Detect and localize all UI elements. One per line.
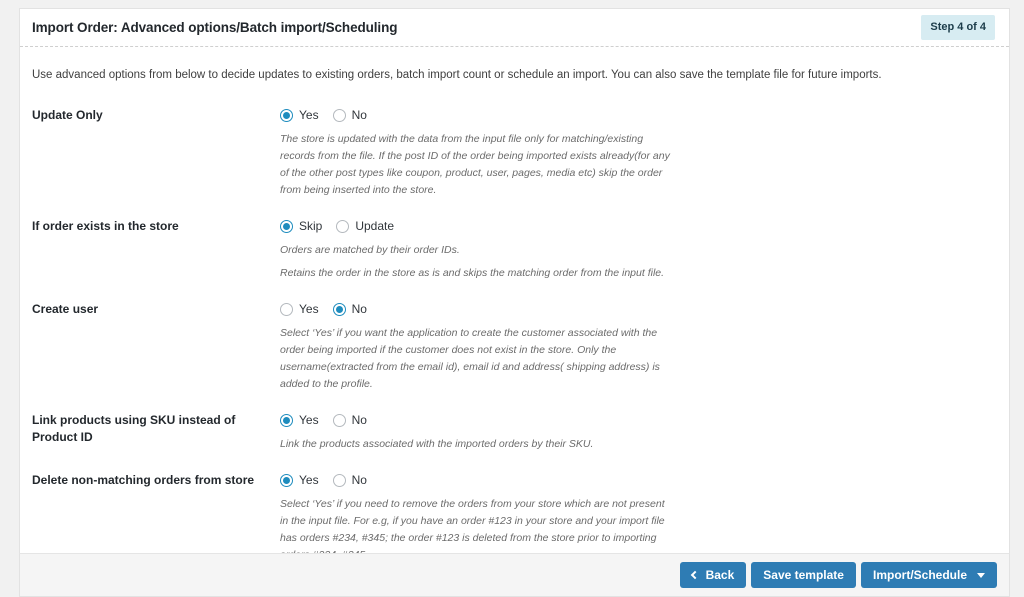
radio-checked-icon bbox=[280, 108, 293, 122]
field-description: Retains the order in the store as is and… bbox=[280, 267, 665, 280]
import-order-card: Import Order: Advanced options/Batch imp… bbox=[19, 8, 1010, 597]
radio-unchecked-icon bbox=[280, 302, 293, 316]
radio-option-label: Yes bbox=[299, 302, 319, 317]
field-description: Select ‘Yes’ if you want the application… bbox=[280, 327, 660, 391]
radio-option-label: Update bbox=[355, 219, 395, 234]
card-body: Use advanced options from below to decid… bbox=[20, 47, 1009, 597]
field-control: Yes No The store is updated with the data … bbox=[278, 106, 997, 199]
radio-option-label: Yes bbox=[299, 473, 319, 488]
field-row: Link products using SKU instead of Produ… bbox=[32, 411, 997, 453]
radio-option[interactable]: Yes bbox=[280, 108, 319, 123]
import-schedule-button[interactable]: Import/Schedule bbox=[860, 562, 997, 588]
radio-option-label: No bbox=[351, 302, 367, 317]
back-button-label: Back bbox=[705, 568, 735, 582]
radio-checked-icon bbox=[332, 302, 346, 316]
radio-unchecked-icon bbox=[332, 413, 346, 427]
page-title: Import Order: Advanced options/Batch imp… bbox=[32, 20, 398, 35]
field-label: Delete non-matching orders from store bbox=[32, 473, 255, 488]
field-row: If order exists in the store Skip Update Or… bbox=[32, 217, 997, 282]
radio-option[interactable]: No bbox=[332, 413, 367, 428]
field-row: Delete non-matching orders from store Yes… bbox=[32, 471, 997, 564]
radio-option-label: Yes bbox=[299, 108, 319, 123]
radio-option[interactable]: Yes bbox=[280, 413, 319, 428]
radio-checked-icon bbox=[280, 473, 293, 487]
radio-unchecked-icon bbox=[336, 219, 350, 233]
radio-option[interactable]: No bbox=[332, 473, 367, 488]
import-order-page: Import Order: Advanced options/Batch imp… bbox=[0, 0, 1024, 597]
radio-unchecked-icon bbox=[332, 473, 346, 487]
radio-checked-icon bbox=[280, 219, 293, 233]
caret-down-icon bbox=[977, 572, 985, 578]
radio-option-label: Yes bbox=[299, 413, 319, 428]
field-control: Skip Update Orders are matched by their or… bbox=[278, 217, 997, 282]
field-description: The store is updated with the data from … bbox=[280, 133, 670, 197]
radio-option[interactable]: Update bbox=[336, 219, 395, 234]
field-label: Create user bbox=[32, 302, 99, 317]
step-badge: Step 4 of 4 bbox=[921, 15, 995, 40]
radio-option[interactable]: Yes bbox=[280, 302, 319, 317]
back-button[interactable]: Back bbox=[679, 562, 747, 588]
save-template-button-label: Save template bbox=[763, 568, 844, 582]
radio-option[interactable]: Skip bbox=[280, 219, 323, 234]
field-control: Yes No Select ‘Yes’ if you need to remove … bbox=[278, 471, 997, 564]
field-control: Yes No Link the products associated with t… bbox=[278, 411, 997, 453]
radio-option[interactable]: Yes bbox=[280, 473, 319, 488]
radio-option-label: No bbox=[351, 413, 367, 428]
chevron-left-icon bbox=[690, 570, 699, 580]
field-row: Update Only Yes No The store is updated wit… bbox=[32, 106, 997, 199]
radio-group: Yes No bbox=[280, 411, 997, 429]
import-schedule-button-label: Import/Schedule bbox=[872, 568, 967, 582]
radio-option-label: No bbox=[351, 473, 367, 488]
field-control: Yes No Select ‘Yes’ if you want the applic… bbox=[278, 300, 997, 393]
card-header: Import Order: Advanced options/Batch imp… bbox=[20, 9, 1009, 47]
radio-group: Yes No bbox=[280, 106, 997, 124]
field-description: Orders are matched by their order IDs. bbox=[280, 244, 460, 257]
radio-group: Skip Update bbox=[280, 217, 997, 235]
radio-group: Yes No bbox=[280, 471, 997, 489]
radio-checked-icon bbox=[280, 413, 293, 427]
card-footer: Back Save template Import/Schedule bbox=[19, 553, 1010, 597]
intro-text: Use advanced options from below to decid… bbox=[32, 69, 882, 81]
radio-option-label: Skip bbox=[299, 219, 323, 234]
field-label: Link products using SKU instead of Produ… bbox=[32, 413, 236, 445]
field-label: Update Only bbox=[32, 108, 103, 123]
radio-group: Yes No bbox=[280, 300, 997, 318]
field-label: If order exists in the store bbox=[32, 219, 179, 234]
save-template-button[interactable]: Save template bbox=[751, 562, 856, 588]
radio-option[interactable]: No bbox=[332, 108, 367, 123]
field-description: Link the products associated with the im… bbox=[280, 438, 594, 451]
fields-container: Update Only Yes No The store is updated wit… bbox=[32, 106, 997, 564]
radio-option-label: No bbox=[351, 108, 367, 123]
radio-option[interactable]: No bbox=[332, 302, 367, 317]
field-row: Create user Yes No Select ‘Yes’ if you want… bbox=[32, 300, 997, 393]
radio-unchecked-icon bbox=[332, 108, 346, 122]
